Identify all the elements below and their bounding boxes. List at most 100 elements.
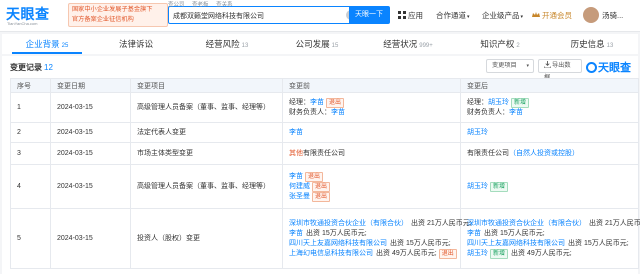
table-row: 2 2024-03-15 法定代表人变更 李苗 胡玉玲 [10,122,639,143]
entity-link[interactable]: 上海幻电信息科技有限公司 [289,250,373,257]
entity-link[interactable]: 胡玉玲 [467,183,488,190]
value-text: 出资 15万人民币元; [484,229,545,237]
tab-count: 15 [331,43,339,49]
col-header-after: 变更后 [460,78,639,93]
change-line: 经理：李苗 退出 [289,97,454,108]
avatar[interactable] [583,7,599,23]
cell-before: 李苗 退出 何建威 退出 张圣曼 退出 [282,164,461,209]
tab-ip[interactable]: 知识产权 2 [454,34,546,54]
change-line: 李苗 出资 15万人民币元; [467,229,632,239]
entity-link[interactable]: 李苗 [289,129,303,136]
cell-item: 法定代表人变更 [130,122,283,143]
cell-item: 市场主体类型变更 [130,142,283,165]
entity-link[interactable]: 李苗 [289,230,303,237]
entity-link[interactable]: 四川天上友嘉网络科技有限公司 [289,240,387,247]
user-name: 汤骑... [602,11,624,20]
exit-badge: 退出 [326,97,345,108]
chevron-down-icon: ▾ [467,14,470,20]
search-tab-boss[interactable]: 查老板 [192,2,209,8]
entity-link[interactable]: 李苗 [467,230,481,237]
entity-link[interactable]: 胡玉玲 [467,250,488,257]
section-count: 12 [44,63,53,72]
entity-link[interactable]: 李苗 [289,173,303,180]
tab-count: 13 [241,43,249,49]
tab-operating-status[interactable]: 经营状况 999+ [362,34,454,54]
entity-link[interactable]: 李苗 [331,109,345,116]
value-text: 出资 15万人民币元; [306,229,367,237]
cell-after: 胡玉玲 [460,122,639,143]
entity-link[interactable]: 张圣曼 [289,193,310,200]
cell-before: 其他有限责任公司 [282,142,461,165]
nav-cooperation-label: 合作通道 [436,11,466,20]
change-line: 何建威 退出 [289,181,454,192]
tab-litigation[interactable]: 法律诉讼 [92,34,182,54]
exit-badge: 退出 [312,181,331,192]
cell-before: 经理：李苗 退出 财务负责人：李苗 [282,92,461,123]
nav-apps-label: 应用 [408,11,423,20]
change-line: 上海幻电信息科技有限公司 出资 49万人民币元; 退出 [289,248,457,259]
tab-history[interactable]: 历史信息 13 [546,34,638,54]
tab-label: 公司发展 [295,39,330,49]
nav-apps[interactable]: 应用 [398,10,423,21]
entity-link[interactable]: 四川天上友嘉网络科技有限公司 [467,240,565,247]
nav-vip[interactable]: 开通会员 [532,10,572,21]
top-bar: 天眼查 TianYanCha.com 国家中小企业发展子基金旗下 官方备案企业征… [0,0,640,32]
highlight-text: 其他 [289,149,303,157]
watermark-text: 天眼查 [598,62,631,74]
value-text: 出资 49万人民币元; [511,249,572,257]
value-text: 出资 15万人民币元; [568,239,629,247]
change-line: 其他有限责任公司 [289,149,454,159]
search-type-tabs: 查公司 查老板 查关系 [168,0,233,8]
tab-background[interactable]: 企业背景 25 [2,34,92,54]
entity-link[interactable]: 何建威 [289,183,310,190]
cell-date: 2024-03-15 [50,92,131,123]
change-line: 胡玉玲 新增 [467,181,632,192]
export-icon [543,61,552,69]
tab-development[interactable]: 公司发展 15 [272,34,362,54]
table-header-row: 序号 变更日期 变更项目 变更前 变更后 [10,78,639,93]
crown-icon [532,12,540,17]
table-row: 1 2024-03-15 高级管理人员备案（董事、监事、经理等） 经理：李苗 退出 财务负… [10,92,639,123]
cell-no: 3 [10,142,51,165]
value-text: 有限责任公司 [467,149,509,157]
change-item-filter[interactable]: 变更项目 ▾ [486,59,534,73]
tianyancha-logo[interactable]: 天眼查 TianYanCha.com [6,3,66,29]
entity-link[interactable]: 胡玉玲 [488,99,509,106]
search-tab-company[interactable]: 查公司 [168,2,185,8]
cell-after: 深圳市牧通投资合伙企业（有限合伙）出资 21万人民币元;李苗出资 15万人民币元… [460,208,640,269]
search-input[interactable]: 成都双籁堂网络科技有限公司 [173,11,343,21]
tab-label: 历史信息 [570,39,605,49]
change-line: 胡玉玲 新增 出资 49万人民币元; [467,248,632,259]
change-line: 四川天上友嘉网络科技有限公司 出资 15万人民币元; [289,239,454,249]
entity-link[interactable]: 李苗 [310,99,324,106]
chevron-down-icon: ▾ [526,63,529,69]
change-line: 胡玉玲 [467,128,632,138]
cell-before: 深圳市牧通投资合伙企业（有限合伙） 出资 21万人民币元; 李苗 出资 15万人民币元… [282,208,472,269]
tab-operating-risk[interactable]: 经营风险 13 [182,34,272,54]
change-line: 经理：胡玉玲 新增 [467,97,632,108]
export-button[interactable]: 导出数据 [538,59,582,81]
company-tab-bar: 企业背景 25 法律诉讼 经营风险 13 公司发展 15 经营状况 999+ 知识产权 2… [2,34,638,54]
search-tab-relation[interactable]: 查关系 [216,2,233,8]
nav-enterprise-products[interactable]: 企业级产品▾ [482,10,523,21]
search-button[interactable]: 天眼一下 [349,7,389,23]
cell-date: 2024-03-15 [50,122,131,143]
cell-no: 2 [10,122,51,143]
entity-link[interactable]: 李苗 [509,109,523,116]
entity-link[interactable]: 深圳市牧通投资合伙企业（有限合伙） [467,220,586,227]
cell-after: 经理：胡玉玲 新增 财务负责人：李苗 [460,92,639,123]
added-badge: 新增 [490,248,509,259]
cell-item: 高级管理人员备案（董事、监事、经理等） [130,164,283,209]
change-line: 财务负责人：李苗 [467,108,632,118]
entity-link[interactable]: 胡玉玲 [467,129,488,136]
exit-badge: 退出 [438,248,457,259]
tab-label: 知识产权 [480,39,515,49]
value-text: 出资 21万人民币元; [411,219,472,227]
nav-cooperation[interactable]: 合作通道▾ [436,10,470,21]
entity-link[interactable]: 深圳市牧通投资合伙企业（有限合伙） [289,220,408,227]
nav-user[interactable]: 汤骑... [602,10,623,21]
chevron-down-icon: ▾ [520,14,524,20]
apps-grid-icon [398,11,406,19]
tab-label: 法律诉讼 [118,39,153,49]
tab-label: 经营状况 [383,39,418,49]
